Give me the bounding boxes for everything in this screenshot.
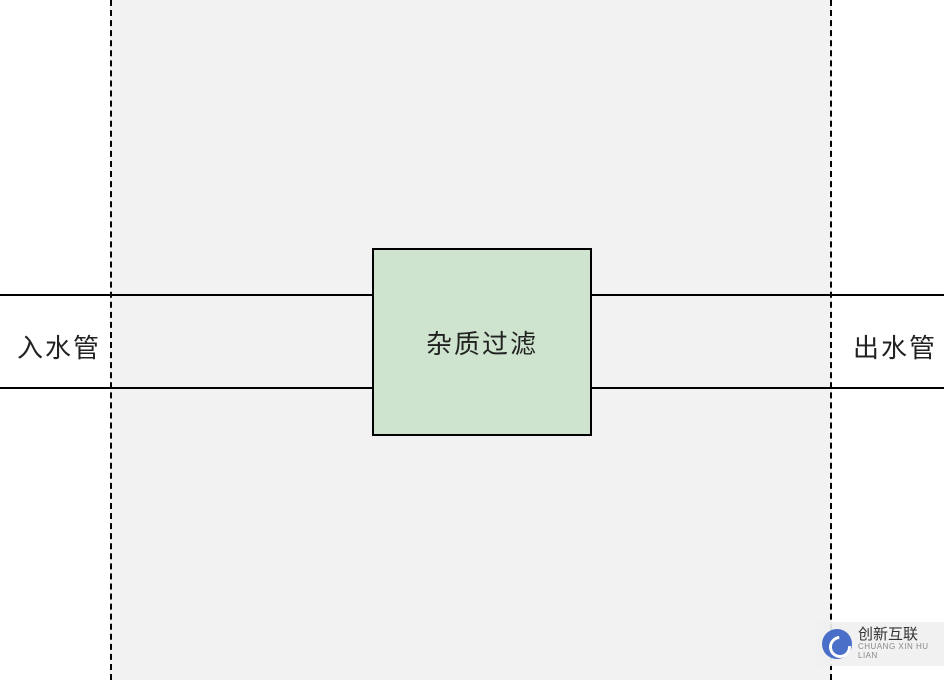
filter-box: 杂质过滤: [372, 248, 592, 436]
watermark-title: 创新互联: [858, 627, 944, 644]
watermark: 创新互联 CHUANG XIN HU LIAN: [816, 622, 944, 666]
watermark-text: 创新互联 CHUANG XIN HU LIAN: [858, 627, 944, 661]
watermark-subtitle: CHUANG XIN HU LIAN: [858, 643, 944, 661]
inlet-pipe-label: 入水管: [17, 328, 101, 365]
filter-label: 杂质过滤: [426, 324, 538, 361]
watermark-logo-icon: [822, 629, 852, 659]
outlet-pipe-label: 出水管: [853, 328, 937, 365]
